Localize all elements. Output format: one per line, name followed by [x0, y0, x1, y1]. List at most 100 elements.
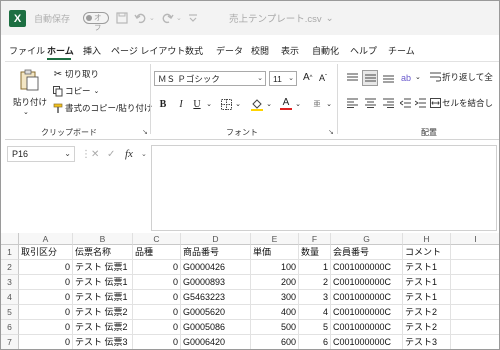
autosave-toggle[interactable]: オフ — [83, 12, 109, 32]
formula-input[interactable] — [151, 145, 497, 231]
name-box[interactable]: P16 ⌄ — [7, 146, 75, 162]
cell-i7[interactable] — [451, 335, 499, 349]
row-header-6[interactable]: 6 — [1, 320, 19, 335]
menu-file[interactable]: ファイル — [9, 44, 45, 58]
orientation-icon[interactable]: ab — [401, 71, 415, 84]
cell-g4[interactable]: C001000000C — [331, 290, 403, 305]
menu-home[interactable]: ホーム — [47, 44, 74, 58]
align-right-icon[interactable] — [383, 98, 395, 108]
formula-bar-handle-icon[interactable]: ⋮ — [81, 146, 91, 162]
cell-d6[interactable]: G0005086 — [181, 320, 251, 335]
cell-e1[interactable]: 単価 — [251, 245, 299, 260]
cell-b2[interactable]: テスト 伝票1 — [73, 260, 133, 275]
copy-dropdown-icon[interactable]: ⌄ — [94, 87, 100, 95]
cell-a3[interactable]: 0 — [19, 275, 73, 290]
menu-automate[interactable]: 自動化 — [312, 44, 339, 58]
phonetic-dropdown-icon[interactable]: ⌄ — [325, 97, 333, 111]
cell-c3[interactable]: 0 — [133, 275, 181, 290]
menu-help[interactable]: ヘルプ — [350, 44, 377, 58]
cell-f7[interactable]: 6 — [299, 335, 331, 349]
menu-page-layout[interactable]: ページ レイアウト — [111, 44, 185, 58]
cell-a6[interactable]: 0 — [19, 320, 73, 335]
column-header-f[interactable]: F — [299, 233, 331, 245]
border-dropdown-icon[interactable]: ⌄ — [234, 97, 242, 111]
cell-i6[interactable] — [451, 320, 499, 335]
cell-a5[interactable]: 0 — [19, 305, 73, 320]
top-align-icon[interactable] — [347, 72, 359, 84]
cell-a1[interactable]: 取引区分 — [19, 245, 73, 260]
border-button[interactable] — [219, 97, 233, 111]
cell-c4[interactable]: 0 — [133, 290, 181, 305]
row-header-5[interactable]: 5 — [1, 305, 19, 320]
cell-f6[interactable]: 5 — [299, 320, 331, 335]
font-launcher-icon[interactable]: ↘ — [328, 128, 334, 136]
phonetic-guide-icon[interactable]: 亜 — [309, 97, 325, 111]
wrap-text-button[interactable]: 折り返して全 — [429, 71, 493, 83]
column-header-h[interactable]: H — [403, 233, 451, 245]
cell-g5[interactable]: C001000000C — [331, 305, 403, 320]
font-name-combo[interactable]: ＭＳ Ｐゴシック ⌄ — [154, 71, 266, 86]
underline-dropdown-icon[interactable]: ⌄ — [205, 97, 213, 111]
cell-f3[interactable]: 2 — [299, 275, 331, 290]
cell-b3[interactable]: テスト 伝票1 — [73, 275, 133, 290]
cell-e4[interactable]: 300 — [251, 290, 299, 305]
select-all-corner[interactable] — [1, 233, 19, 245]
cell-b1[interactable]: 伝票名称 — [73, 245, 133, 260]
formula-dropdown-icon[interactable]: ⌄ — [141, 146, 147, 162]
cell-c7[interactable]: 0 — [133, 335, 181, 349]
enter-icon[interactable]: ✓ — [107, 146, 115, 162]
cell-i2[interactable] — [451, 260, 499, 275]
fill-color-icon[interactable] — [250, 97, 264, 111]
cell-g7[interactable]: C001000000C — [331, 335, 403, 349]
menu-team[interactable]: チーム — [388, 44, 415, 58]
font-color-dropdown-icon[interactable]: ⌄ — [294, 97, 302, 111]
paste-dropdown-icon[interactable]: ⌄ — [23, 108, 29, 116]
cell-a7[interactable]: 0 — [19, 335, 73, 349]
cell-b7[interactable]: テスト 伝票3 — [73, 335, 133, 349]
menu-review[interactable]: 校閲 — [251, 44, 269, 58]
cell-i5[interactable] — [451, 305, 499, 320]
cell-b6[interactable]: テスト 伝票2 — [73, 320, 133, 335]
cell-d5[interactable]: G0005620 — [181, 305, 251, 320]
cell-e2[interactable]: 100 — [251, 260, 299, 275]
cell-a2[interactable]: 0 — [19, 260, 73, 275]
cell-h2[interactable]: テスト1 — [403, 260, 451, 275]
cell-d1[interactable]: 商品番号 — [181, 245, 251, 260]
paste-button[interactable]: 貼り付け — [13, 96, 47, 108]
cell-h3[interactable]: テスト1 — [403, 275, 451, 290]
cell-f1[interactable]: 数量 — [299, 245, 331, 260]
align-left-icon[interactable] — [347, 98, 359, 108]
cell-h6[interactable]: テスト2 — [403, 320, 451, 335]
copy-button[interactable]: コピー ⌄ — [51, 85, 99, 97]
cell-g6[interactable]: C001000000C — [331, 320, 403, 335]
column-header-g[interactable]: G — [331, 233, 403, 245]
name-box-dropdown-icon[interactable]: ⌄ — [64, 147, 71, 161]
row-header-1[interactable]: 1 — [1, 245, 19, 260]
cell-b5[interactable]: テスト 伝票2 — [73, 305, 133, 320]
cell-f5[interactable]: 4 — [299, 305, 331, 320]
merge-center-button[interactable]: セルを結合し — [429, 97, 493, 109]
cell-e7[interactable]: 600 — [251, 335, 299, 349]
bold-button[interactable]: B — [157, 97, 169, 111]
cell-c6[interactable]: 0 — [133, 320, 181, 335]
cell-e3[interactable]: 200 — [251, 275, 299, 290]
undo-dropdown-icon[interactable]: ⌄ — [149, 11, 155, 25]
cell-e6[interactable]: 500 — [251, 320, 299, 335]
cell-i1[interactable] — [451, 245, 499, 260]
middle-align-icon[interactable] — [362, 70, 378, 86]
format-painter-button[interactable]: 書式のコピー/貼り付け — [51, 102, 152, 114]
redo-dropdown-icon[interactable]: ⌄ — [176, 11, 182, 25]
column-header-b[interactable]: B — [73, 233, 133, 245]
column-header-i[interactable]: I — [451, 233, 499, 245]
cell-g3[interactable]: C001000000C — [331, 275, 403, 290]
cell-h4[interactable]: テスト1 — [403, 290, 451, 305]
menu-data[interactable]: データ — [216, 44, 243, 58]
cell-d7[interactable]: G0006420 — [181, 335, 251, 349]
cell-c1[interactable]: 品種 — [133, 245, 181, 260]
row-header-7[interactable]: 7 — [1, 335, 19, 349]
clipboard-launcher-icon[interactable]: ↘ — [142, 128, 148, 136]
menu-formulas[interactable]: 数式 — [185, 44, 203, 58]
underline-button[interactable]: U — [191, 97, 203, 111]
increase-indent-icon[interactable] — [415, 98, 427, 108]
decrease-font-icon[interactable]: Aˇ — [319, 73, 327, 83]
